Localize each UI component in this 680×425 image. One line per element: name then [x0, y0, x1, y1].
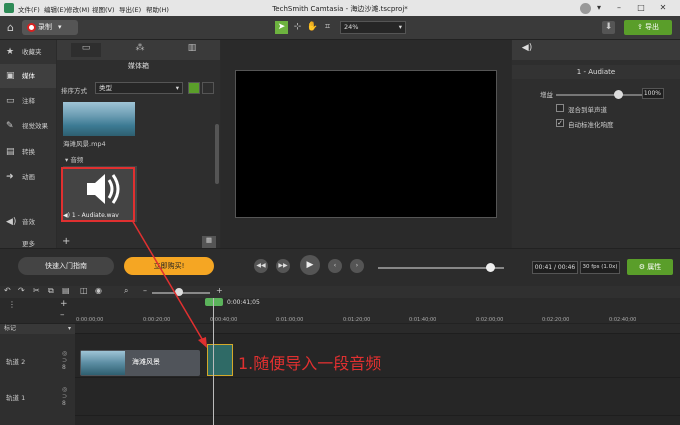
annotation-text: 1.随便导入一段音频: [238, 354, 382, 373]
